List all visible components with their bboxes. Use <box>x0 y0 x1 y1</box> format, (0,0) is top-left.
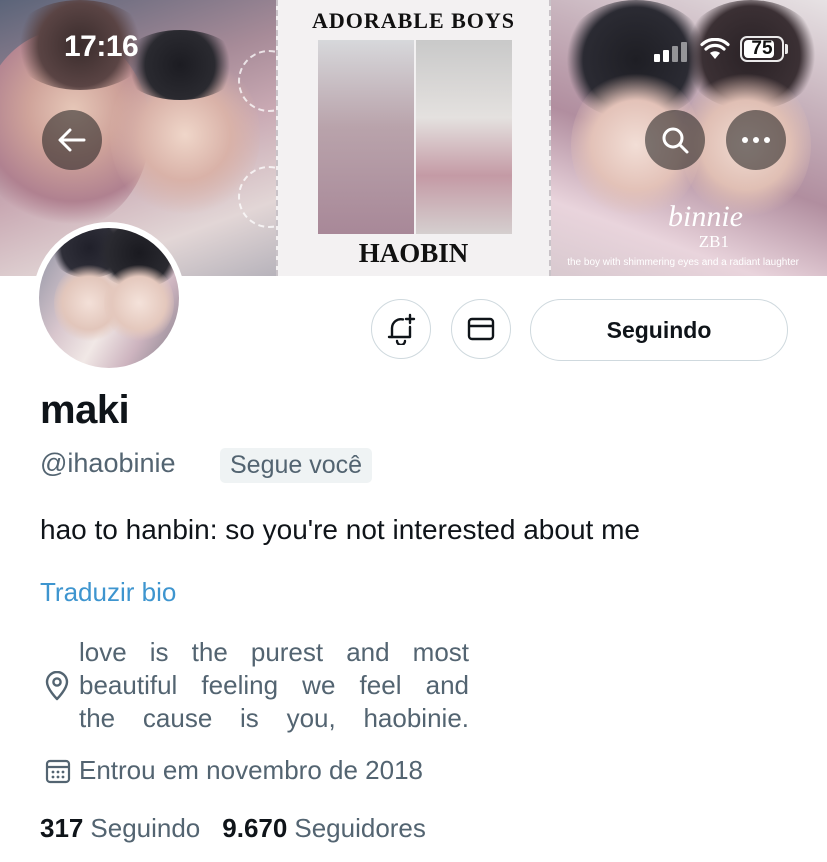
location-pin-icon <box>44 670 70 706</box>
banner-script-text: binnie <box>668 200 743 233</box>
search-button[interactable] <box>645 110 705 170</box>
followers-count: 9.670 <box>222 813 288 843</box>
avatar-photo <box>39 228 179 368</box>
battery-icon: 75 <box>740 36 784 62</box>
avatar[interactable] <box>33 222 185 374</box>
following-button[interactable]: Seguindo <box>530 299 788 361</box>
status-time: 17:16 <box>64 30 139 63</box>
banner-collage-middle: ADORABLE BOYS HAOBIN <box>276 0 551 276</box>
display-name: maki <box>40 388 130 432</box>
search-icon <box>662 127 689 154</box>
translate-bio-link[interactable]: Traduzir bio <box>40 577 176 608</box>
banner-photo-stairs <box>416 40 512 234</box>
banner-label: ZB1 <box>698 232 729 251</box>
back-arrow-icon <box>58 128 86 152</box>
followers-stat[interactable]: 9.670 Seguidores <box>222 813 426 844</box>
profile-bio: hao to hanbin: so you're not interested … <box>40 514 640 545</box>
follows-you-badge: Segue você <box>220 448 373 483</box>
join-date: Entrou em novembro de 2018 <box>79 755 423 785</box>
banner-title-bottom: HAOBIN <box>358 238 469 268</box>
mail-icon <box>467 317 495 341</box>
banner-title-top: ADORABLE BOYS <box>311 8 516 33</box>
user-handle: @ihaobinie <box>40 448 176 478</box>
battery-level: 75 <box>751 38 773 59</box>
battery-tip <box>785 44 788 54</box>
notification-bell-plus-icon <box>387 313 416 345</box>
following-label: Seguindo <box>90 813 201 843</box>
calendar-icon <box>45 757 71 790</box>
back-button[interactable] <box>42 110 102 170</box>
follow-stats: 317 Seguindo 9.670 Seguidores <box>40 813 448 844</box>
following-stat[interactable]: 317 Seguindo <box>40 813 200 844</box>
followers-label: Seguidores <box>294 813 426 843</box>
more-button[interactable] <box>726 110 786 170</box>
location-line: beautiful feeling we feel and <box>79 670 469 700</box>
location-line: love is the purest and most <box>79 637 469 667</box>
notifications-button[interactable] <box>371 299 431 359</box>
wifi-icon <box>700 37 730 65</box>
banner-photo-sitting <box>318 40 414 234</box>
more-icon <box>742 137 770 143</box>
message-button[interactable] <box>451 299 511 359</box>
location-line: the cause is you, haobinie. <box>79 703 469 733</box>
following-count: 317 <box>40 813 84 843</box>
profile-location: love is the purest and most beautiful fe… <box>79 636 469 735</box>
banner-tagline: the boy with shimmering eyes and a radia… <box>567 257 799 268</box>
signal-icon <box>654 42 687 62</box>
